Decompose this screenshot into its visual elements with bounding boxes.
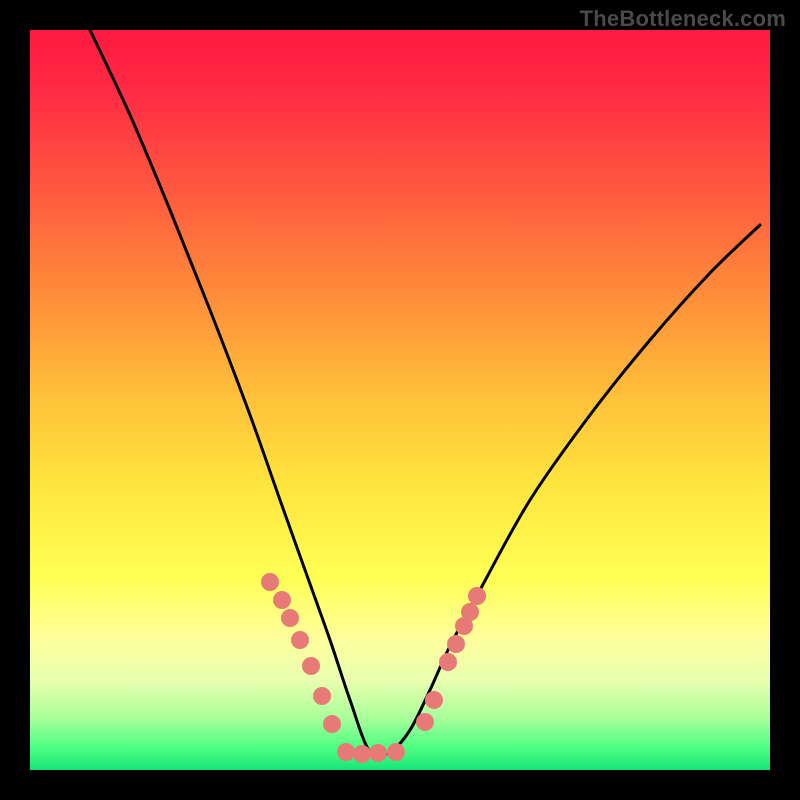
- bead: [425, 691, 443, 709]
- bead: [447, 635, 465, 653]
- bead: [461, 603, 479, 621]
- bead: [416, 713, 434, 731]
- bead-cluster: [261, 573, 486, 763]
- chart-svg: [30, 30, 770, 770]
- bead: [313, 687, 331, 705]
- bead: [261, 573, 279, 591]
- chart-frame: TheBottleneck.com: [0, 0, 800, 800]
- watermark-text: TheBottleneck.com: [580, 6, 786, 32]
- plot-area: [30, 30, 770, 770]
- bead: [387, 743, 405, 761]
- bead: [369, 744, 387, 762]
- bead: [323, 715, 341, 733]
- bead: [439, 653, 457, 671]
- bead: [337, 743, 355, 761]
- bead: [281, 609, 299, 627]
- bead: [353, 745, 371, 763]
- bottleneck-curve: [90, 30, 760, 757]
- bead: [468, 587, 486, 605]
- bead: [273, 591, 291, 609]
- bead: [302, 657, 320, 675]
- bead: [291, 631, 309, 649]
